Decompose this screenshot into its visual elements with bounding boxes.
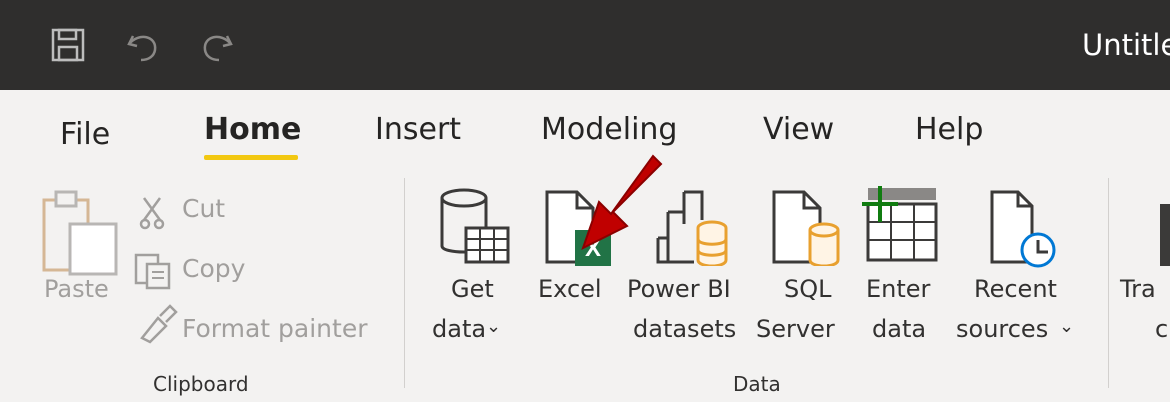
data-group-label: Data	[733, 372, 781, 396]
sql-label-2[interactable]: Server	[756, 310, 835, 348]
transform-label-2[interactable]: c	[1155, 310, 1168, 348]
tab-view[interactable]: View	[763, 112, 834, 147]
separator	[1108, 178, 1109, 388]
recent-sources-icon[interactable]	[988, 188, 1058, 270]
paste-icon[interactable]	[40, 188, 120, 276]
recent-label-1[interactable]: Recent	[974, 270, 1057, 308]
cut-icon[interactable]	[138, 196, 170, 230]
transform-icon[interactable]	[1160, 204, 1170, 266]
cut-label[interactable]: Cut	[182, 194, 225, 223]
tab-insert[interactable]: Insert	[375, 112, 461, 147]
undo-icon[interactable]	[121, 24, 165, 68]
chevron-down-icon[interactable]: ⌄	[486, 308, 501, 346]
transform-label-1[interactable]: Tra	[1120, 270, 1156, 308]
separator	[404, 178, 405, 388]
paste-label[interactable]: Paste	[44, 270, 109, 308]
tab-modeling[interactable]: Modeling	[541, 112, 677, 147]
copy-label[interactable]: Copy	[182, 254, 245, 283]
enter-data-icon[interactable]	[858, 184, 940, 268]
format-painter-label[interactable]: Format painter	[182, 314, 368, 343]
power-bi-label-1[interactable]: Power BI	[627, 270, 731, 308]
excel-label[interactable]: Excel	[538, 270, 602, 308]
power-bi-datasets-icon[interactable]	[654, 188, 728, 266]
chevron-down-icon[interactable]: ⌄	[1059, 308, 1074, 346]
power-bi-label-2[interactable]: datasets	[633, 310, 736, 348]
get-data-icon[interactable]	[436, 186, 516, 266]
active-tab-underline	[204, 155, 298, 160]
enter-label-1[interactable]: Enter	[866, 270, 930, 308]
tab-home[interactable]: Home	[204, 112, 301, 147]
format-painter-icon[interactable]	[136, 302, 178, 344]
sql-label-1[interactable]: SQL	[784, 270, 832, 308]
tab-help[interactable]: Help	[915, 112, 983, 147]
enter-label-2[interactable]: data	[872, 310, 926, 348]
copy-icon[interactable]	[133, 252, 173, 290]
app-title: Untitle	[1082, 28, 1170, 62]
recent-label-2[interactable]: sources	[956, 310, 1048, 348]
sql-server-icon[interactable]	[770, 188, 844, 266]
get-data-label-2[interactable]: data	[432, 310, 486, 348]
title-bar: Untitle	[0, 0, 1170, 90]
redo-icon[interactable]	[195, 24, 239, 68]
tab-file[interactable]: File	[60, 117, 110, 152]
save-icon[interactable]	[47, 24, 91, 68]
clipboard-group-label: Clipboard	[153, 372, 249, 396]
get-data-label-1[interactable]: Get	[451, 270, 494, 308]
